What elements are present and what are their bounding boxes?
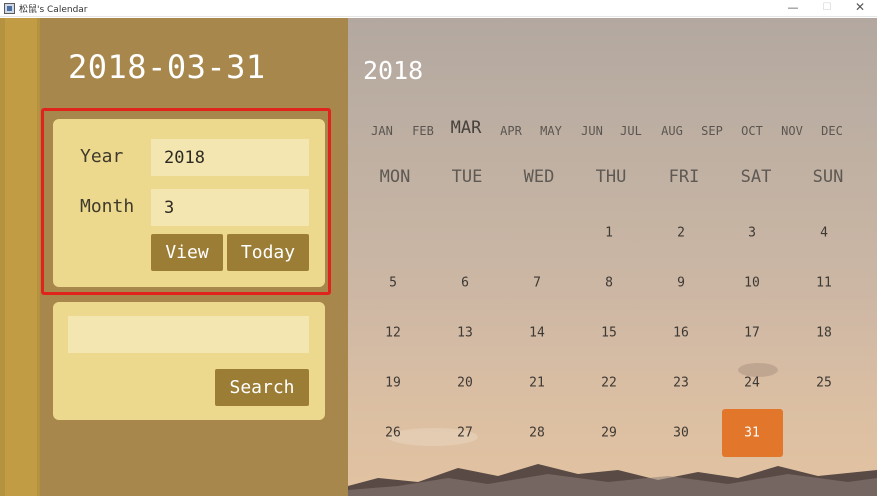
left-accent-strip-inner	[5, 18, 37, 496]
weekday-sun: SUN	[812, 167, 844, 187]
weekday-mon: MON	[379, 167, 411, 187]
day-cell[interactable]: 10	[744, 276, 760, 291]
selected-date: 2018-03-31	[68, 48, 266, 86]
weekday-sat: SAT	[740, 167, 772, 187]
weekday-fri: FRI	[668, 167, 700, 187]
app-icon	[4, 3, 15, 14]
day-cell[interactable]: 6	[461, 276, 469, 291]
day-cell[interactable]: 25	[816, 376, 832, 391]
month-dec[interactable]: DEC	[821, 124, 843, 138]
day-cell[interactable]: 15	[601, 326, 617, 341]
day-cell[interactable]: 9	[677, 276, 685, 291]
calendar-background	[348, 18, 877, 496]
maximize-button[interactable]: ☐	[810, 0, 844, 17]
weekday-tue: TUE	[451, 167, 483, 187]
month-jan[interactable]: JAN	[371, 124, 393, 138]
day-cell[interactable]: 2	[677, 226, 685, 241]
month-may[interactable]: MAY	[540, 124, 562, 138]
day-cell[interactable]: 14	[529, 326, 545, 341]
month-nov[interactable]: NOV	[781, 124, 803, 138]
day-cell[interactable]: 17	[744, 326, 760, 341]
day-cell[interactable]: 18	[816, 326, 832, 341]
window-title: 松鼠's Calendar	[19, 5, 88, 15]
month-apr[interactable]: APR	[500, 124, 522, 138]
day-cell[interactable]: 26	[385, 426, 401, 441]
day-cell[interactable]: 8	[605, 276, 613, 291]
search-input[interactable]	[68, 316, 309, 353]
day-cell[interactable]: 31	[744, 426, 760, 441]
day-cell[interactable]: 13	[457, 326, 473, 341]
day-cell[interactable]: 28	[529, 426, 545, 441]
month-jun[interactable]: JUN	[581, 124, 603, 138]
day-cell[interactable]: 21	[529, 376, 545, 391]
month-oct[interactable]: OCT	[741, 124, 763, 138]
day-cell[interactable]: 11	[816, 276, 832, 291]
selection-outline	[41, 108, 331, 295]
month-feb[interactable]: FEB	[412, 124, 434, 138]
month-aug[interactable]: AUG	[661, 124, 683, 138]
day-cell[interactable]: 3	[748, 226, 756, 241]
day-cell[interactable]: 5	[389, 276, 397, 291]
day-cell[interactable]: 23	[673, 376, 689, 391]
day-cell[interactable]: 24	[744, 376, 760, 391]
calendar-year: 2018	[363, 56, 424, 85]
day-cell[interactable]: 16	[673, 326, 689, 341]
month-jul[interactable]: JUL	[620, 124, 642, 138]
day-cell[interactable]: 29	[601, 426, 617, 441]
day-cell[interactable]: 22	[601, 376, 617, 391]
month-sep[interactable]: SEP	[701, 124, 723, 138]
day-cell[interactable]: 1	[605, 226, 613, 241]
day-cell[interactable]: 27	[457, 426, 473, 441]
minimize-button[interactable]: —	[776, 0, 810, 17]
month-mar[interactable]: MAR	[451, 118, 482, 138]
close-button[interactable]: ✕	[843, 0, 877, 17]
day-cell[interactable]: 30	[673, 426, 689, 441]
day-cell[interactable]: 20	[457, 376, 473, 391]
day-cell[interactable]: 12	[385, 326, 401, 341]
search-button[interactable]: Search	[215, 369, 309, 406]
weekday-wed: WED	[523, 167, 555, 187]
title-bar: 松鼠's Calendar — ☐ ✕	[0, 0, 877, 17]
day-cell[interactable]: 7	[533, 276, 541, 291]
weekday-thu: THU	[595, 167, 627, 187]
day-cell[interactable]: 4	[820, 226, 828, 241]
day-cell[interactable]: 19	[385, 376, 401, 391]
mountain-silhouette	[348, 464, 877, 496]
